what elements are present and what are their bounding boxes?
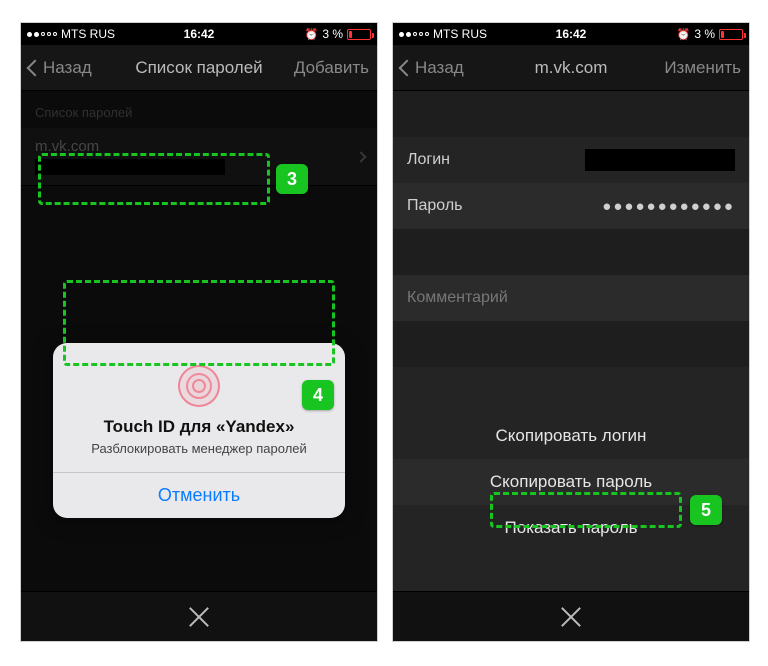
close-button[interactable]: [558, 604, 584, 630]
nav-bar: Назад m.vk.com Изменить: [393, 45, 749, 91]
carrier-label: MTS RUS: [61, 27, 115, 41]
signal-dots-icon: [27, 32, 57, 37]
close-button[interactable]: [186, 604, 212, 630]
password-label: Пароль: [407, 197, 602, 215]
status-left: MTS RUS: [27, 27, 184, 41]
login-value-redacted: [585, 149, 735, 171]
page-title: m.vk.com: [535, 58, 608, 78]
phone-left: MTS RUS 16:42 ⏰ 3 % Назад Список паролей…: [20, 22, 378, 642]
chevron-left-icon: [27, 59, 44, 76]
alarm-icon: ⏰: [305, 28, 319, 41]
signal-dots-icon: [399, 32, 429, 37]
show-password-button[interactable]: Показать пароль: [393, 505, 749, 551]
bottom-toolbar: [393, 591, 749, 641]
action-label: Показать пароль: [505, 518, 638, 538]
status-right: ⏰ 3 %: [214, 27, 371, 41]
touchid-cancel-button[interactable]: Отменить: [53, 473, 345, 518]
battery-percent: 3 %: [694, 27, 715, 41]
chevron-left-icon: [399, 59, 416, 76]
spacer-row: [393, 229, 749, 275]
status-bar: MTS RUS 16:42 ⏰ 3 %: [21, 23, 377, 45]
page-title: Список паролей: [135, 58, 262, 78]
alarm-icon: ⏰: [677, 28, 691, 41]
touchid-body: Touch ID для «Yandex» Разблокировать мен…: [53, 343, 345, 472]
clock: 16:42: [184, 27, 215, 41]
password-mask: ●●●●●●●●●●●●: [602, 198, 735, 215]
status-right: ⏰ 3 %: [586, 27, 743, 41]
password-row[interactable]: Пароль ●●●●●●●●●●●●: [393, 183, 749, 229]
back-button[interactable]: Назад: [401, 58, 464, 78]
touchid-title: Touch ID для «Yandex»: [67, 417, 331, 437]
spacer-row: [393, 367, 749, 413]
battery-percent: 3 %: [322, 27, 343, 41]
content-area: Логин Пароль ●●●●●●●●●●●● Комментарий Ск…: [393, 91, 749, 591]
spacer-row: [393, 91, 749, 137]
back-label: Назад: [43, 58, 92, 78]
content-area: Список паролей m.vk.com Touch ID для «Ya…: [21, 91, 377, 591]
spacer-row: [393, 321, 749, 367]
back-button[interactable]: Назад: [29, 58, 92, 78]
login-label: Логин: [407, 151, 585, 169]
copy-password-button[interactable]: Скопировать пароль: [393, 459, 749, 505]
copy-login-button[interactable]: Скопировать логин: [393, 413, 749, 459]
phone-right: MTS RUS 16:42 ⏰ 3 % Назад m.vk.com Измен…: [392, 22, 750, 642]
action-label: Скопировать логин: [496, 426, 647, 446]
action-label: Скопировать пароль: [490, 472, 652, 492]
comment-row[interactable]: Комментарий: [393, 275, 749, 321]
status-bar: MTS RUS 16:42 ⏰ 3 %: [393, 23, 749, 45]
edit-button[interactable]: Изменить: [664, 58, 741, 78]
stage: MTS RUS 16:42 ⏰ 3 % Назад Список паролей…: [0, 0, 768, 666]
login-row[interactable]: Логин: [393, 137, 749, 183]
battery-icon: [347, 29, 371, 40]
back-label: Назад: [415, 58, 464, 78]
battery-icon: [719, 29, 743, 40]
touchid-alert: Touch ID для «Yandex» Разблокировать мен…: [53, 343, 345, 518]
fingerprint-icon: [178, 365, 220, 407]
status-left: MTS RUS: [399, 27, 556, 41]
carrier-label: MTS RUS: [433, 27, 487, 41]
nav-bar: Назад Список паролей Добавить: [21, 45, 377, 91]
spacer-row: [393, 551, 749, 591]
add-button[interactable]: Добавить: [294, 58, 369, 78]
bottom-toolbar: [21, 591, 377, 641]
comment-label: Комментарий: [407, 289, 735, 307]
touchid-subtitle: Разблокировать менеджер паролей: [67, 441, 331, 456]
clock: 16:42: [556, 27, 587, 41]
